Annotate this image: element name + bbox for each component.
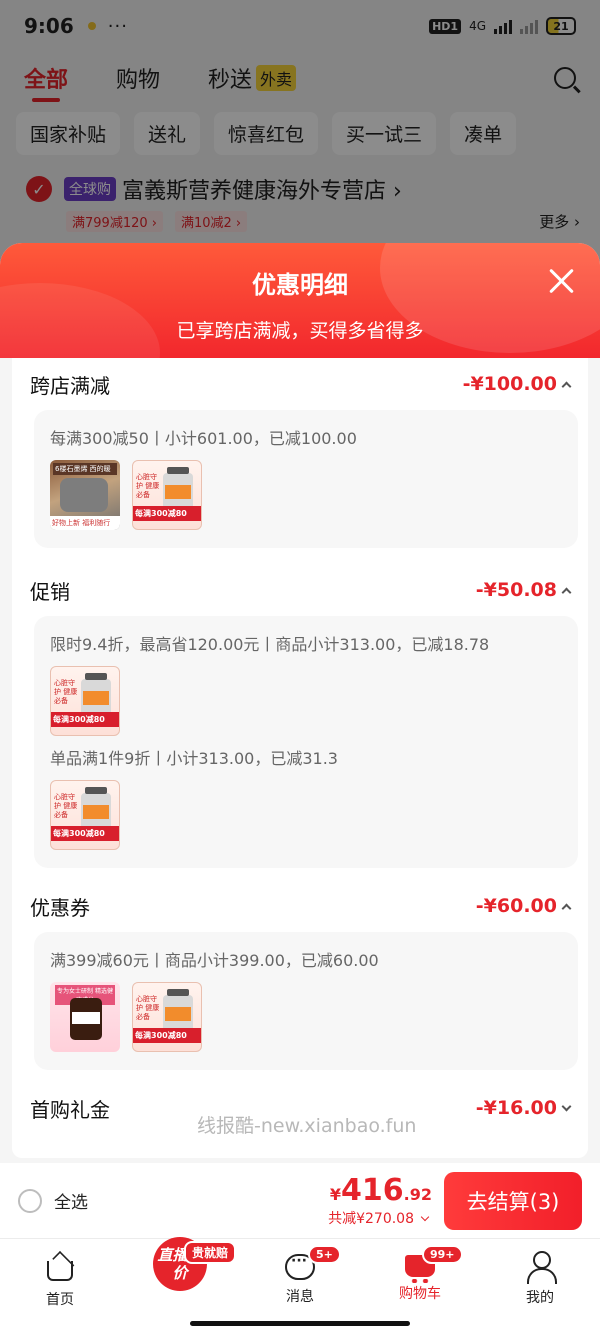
checkout-button[interactable]: 去结算(3) bbox=[444, 1171, 582, 1230]
watermark: 线报酷-new.xianbao.fun bbox=[197, 1115, 417, 1137]
tab-live[interactable]: 直播比价 贵就赔 bbox=[120, 1237, 240, 1333]
thumb-caption: 6楼石墨烯 西的暖 bbox=[53, 463, 117, 475]
section-header-cross-store[interactable]: 跨店满减 -¥100.00 bbox=[12, 358, 588, 410]
section-header-promotion[interactable]: 促销 -¥50.08 bbox=[12, 564, 588, 616]
tab-label: 购物车 bbox=[399, 1286, 441, 1302]
blanket-image bbox=[60, 478, 108, 512]
sheet-title: 优惠明细 bbox=[252, 271, 348, 299]
discount-desc: 每满300减50丨小计601.00，已减100.00 bbox=[50, 429, 357, 448]
checkout-bar: 全选 ¥416.92 共减¥270.08 去结算(3) bbox=[0, 1163, 600, 1238]
total-summary: ¥416.92 共减¥270.08 bbox=[328, 1173, 432, 1228]
cart-badge: 99+ bbox=[422, 1245, 463, 1264]
section-title: 优惠券 bbox=[30, 895, 90, 920]
jar-image bbox=[70, 998, 102, 1040]
section-title: 首购礼金 bbox=[30, 1097, 110, 1122]
product-thumb-blanket[interactable]: 6楼石墨烯 西的暖 好物上新 福利随行 bbox=[50, 460, 120, 530]
section-header-coupon[interactable]: 优惠券 -¥60.00 bbox=[12, 880, 588, 932]
saving-text: 共减¥270.08 bbox=[328, 1211, 414, 1227]
home-icon bbox=[44, 1251, 76, 1283]
product-thumb-supplement[interactable]: 心脏守护 健康必备 每满300减80 bbox=[132, 460, 202, 530]
tab-messages[interactable]: 5+ 消息 bbox=[240, 1239, 360, 1333]
section-amount-value: -¥16.00 bbox=[475, 1097, 557, 1119]
product-thumbs: 心脏守护 健康必备 每满300减80 bbox=[50, 666, 562, 736]
discount-detail-sheet: 优惠明细 已享跨店满减，买得多省得多 跨店满减 -¥100.00 每满300减5… bbox=[0, 243, 600, 1333]
thumb-bar: 好物上新 福利随行 bbox=[50, 516, 120, 530]
section-amount-value: -¥50.08 bbox=[475, 579, 557, 601]
total-decimal: .92 bbox=[403, 1185, 432, 1204]
tab-profile[interactable]: 我的 bbox=[480, 1239, 600, 1333]
discount-card: 满399减60元丨商品小计399.00，已减60.00 专为女士研制 精选健康成… bbox=[34, 932, 578, 1070]
thumb-banner: 每满300减80 bbox=[133, 506, 201, 521]
product-thumb-supplement[interactable]: 心脏守护 健康必备 每满300减80 bbox=[50, 666, 120, 736]
product-thumbs: 心脏守护 健康必备 每满300减80 bbox=[50, 780, 562, 850]
thumb-text: 心脏守护 健康必备 bbox=[54, 793, 78, 819]
chevron-up-icon bbox=[561, 587, 572, 597]
discount-desc: 满399减60元丨商品小计399.00，已减60.00 bbox=[50, 951, 379, 970]
total-price: ¥416.92 bbox=[328, 1173, 432, 1208]
thumb-banner: 每满300减80 bbox=[51, 826, 119, 841]
thumb-banner: 每满300减80 bbox=[51, 712, 119, 727]
chevron-down-icon bbox=[561, 1101, 572, 1111]
discount-desc: 单品满1件9折丨小计313.00，已减31.3 bbox=[50, 749, 338, 768]
chevron-up-icon bbox=[561, 903, 572, 913]
section-amount: -¥100.00 bbox=[462, 373, 572, 395]
tab-home[interactable]: 首页 bbox=[0, 1239, 120, 1333]
discount-desc: 限时9.4折，最高省120.00元丨商品小计313.00，已减18.78 bbox=[50, 635, 490, 654]
total-integer: 416 bbox=[341, 1173, 404, 1208]
thumb-text: 心脏守护 健康必备 bbox=[54, 679, 78, 705]
message-badge: 5+ bbox=[308, 1245, 341, 1264]
section-title: 跨店满减 bbox=[30, 373, 110, 398]
thumb-text: 心脏守护 健康必备 bbox=[136, 995, 160, 1021]
product-thumb-supplement[interactable]: 心脏守护 健康必备 每满300减80 bbox=[132, 982, 202, 1052]
bottom-tab-bar: 首页 直播比价 贵就赔 5+ 消息 99+ 购物车 我的 bbox=[0, 1237, 600, 1333]
sheet-subtitle: 已享跨店满减，买得多省得多 bbox=[176, 320, 424, 342]
guarantee-tag: 贵就赔 bbox=[184, 1241, 237, 1264]
currency-symbol: ¥ bbox=[329, 1185, 342, 1204]
thumb-text: 心脏守护 健康必备 bbox=[136, 473, 160, 499]
tab-cart[interactable]: 99+ 购物车 bbox=[360, 1239, 480, 1333]
discount-card: 每满300减50丨小计601.00，已减100.00 6楼石墨烯 西的暖 好物上… bbox=[34, 410, 578, 548]
product-thumb-supplement[interactable]: 心脏守护 健康必备 每满300减80 bbox=[50, 780, 120, 850]
sheet-header: 优惠明细 已享跨店满减，买得多省得多 bbox=[0, 243, 600, 423]
product-thumbs: 专为女士研制 精选健康成分 心脏守护 健康必备 每满300减80 bbox=[50, 982, 562, 1052]
product-thumb-blackmores[interactable]: 专为女士研制 精选健康成分 bbox=[50, 982, 120, 1052]
chevron-down-icon bbox=[420, 1212, 430, 1221]
section-amount: -¥16.00 bbox=[475, 1097, 572, 1119]
section-amount-value: -¥60.00 bbox=[475, 895, 557, 917]
chevron-up-icon bbox=[561, 381, 572, 391]
close-icon[interactable] bbox=[548, 267, 576, 295]
discount-card: 限时9.4折，最高省120.00元丨商品小计313.00，已减18.78 心脏守… bbox=[34, 616, 578, 868]
tab-label: 首页 bbox=[46, 1292, 74, 1308]
discount-list: 跨店满减 -¥100.00 每满300减50丨小计601.00，已减100.00… bbox=[12, 358, 588, 1158]
section-title: 促销 bbox=[30, 579, 70, 604]
tab-label: 我的 bbox=[526, 1290, 554, 1306]
saving-summary[interactable]: 共减¥270.08 bbox=[328, 1208, 432, 1228]
product-thumbs: 6楼石墨烯 西的暖 好物上新 福利随行 心脏守护 健康必备 每满300减80 bbox=[50, 460, 562, 530]
profile-icon bbox=[526, 1251, 557, 1284]
home-indicator bbox=[190, 1321, 410, 1326]
modal-overlay[interactable] bbox=[0, 0, 600, 260]
tab-label: 消息 bbox=[286, 1289, 314, 1305]
section-amount: -¥50.08 bbox=[475, 579, 572, 601]
section-amount-value: -¥100.00 bbox=[462, 373, 557, 395]
select-all-label[interactable]: 全选 bbox=[54, 1188, 88, 1213]
section-amount: -¥60.00 bbox=[475, 895, 572, 917]
thumb-banner: 每满300减80 bbox=[133, 1028, 201, 1043]
select-all-radio[interactable] bbox=[18, 1188, 42, 1213]
